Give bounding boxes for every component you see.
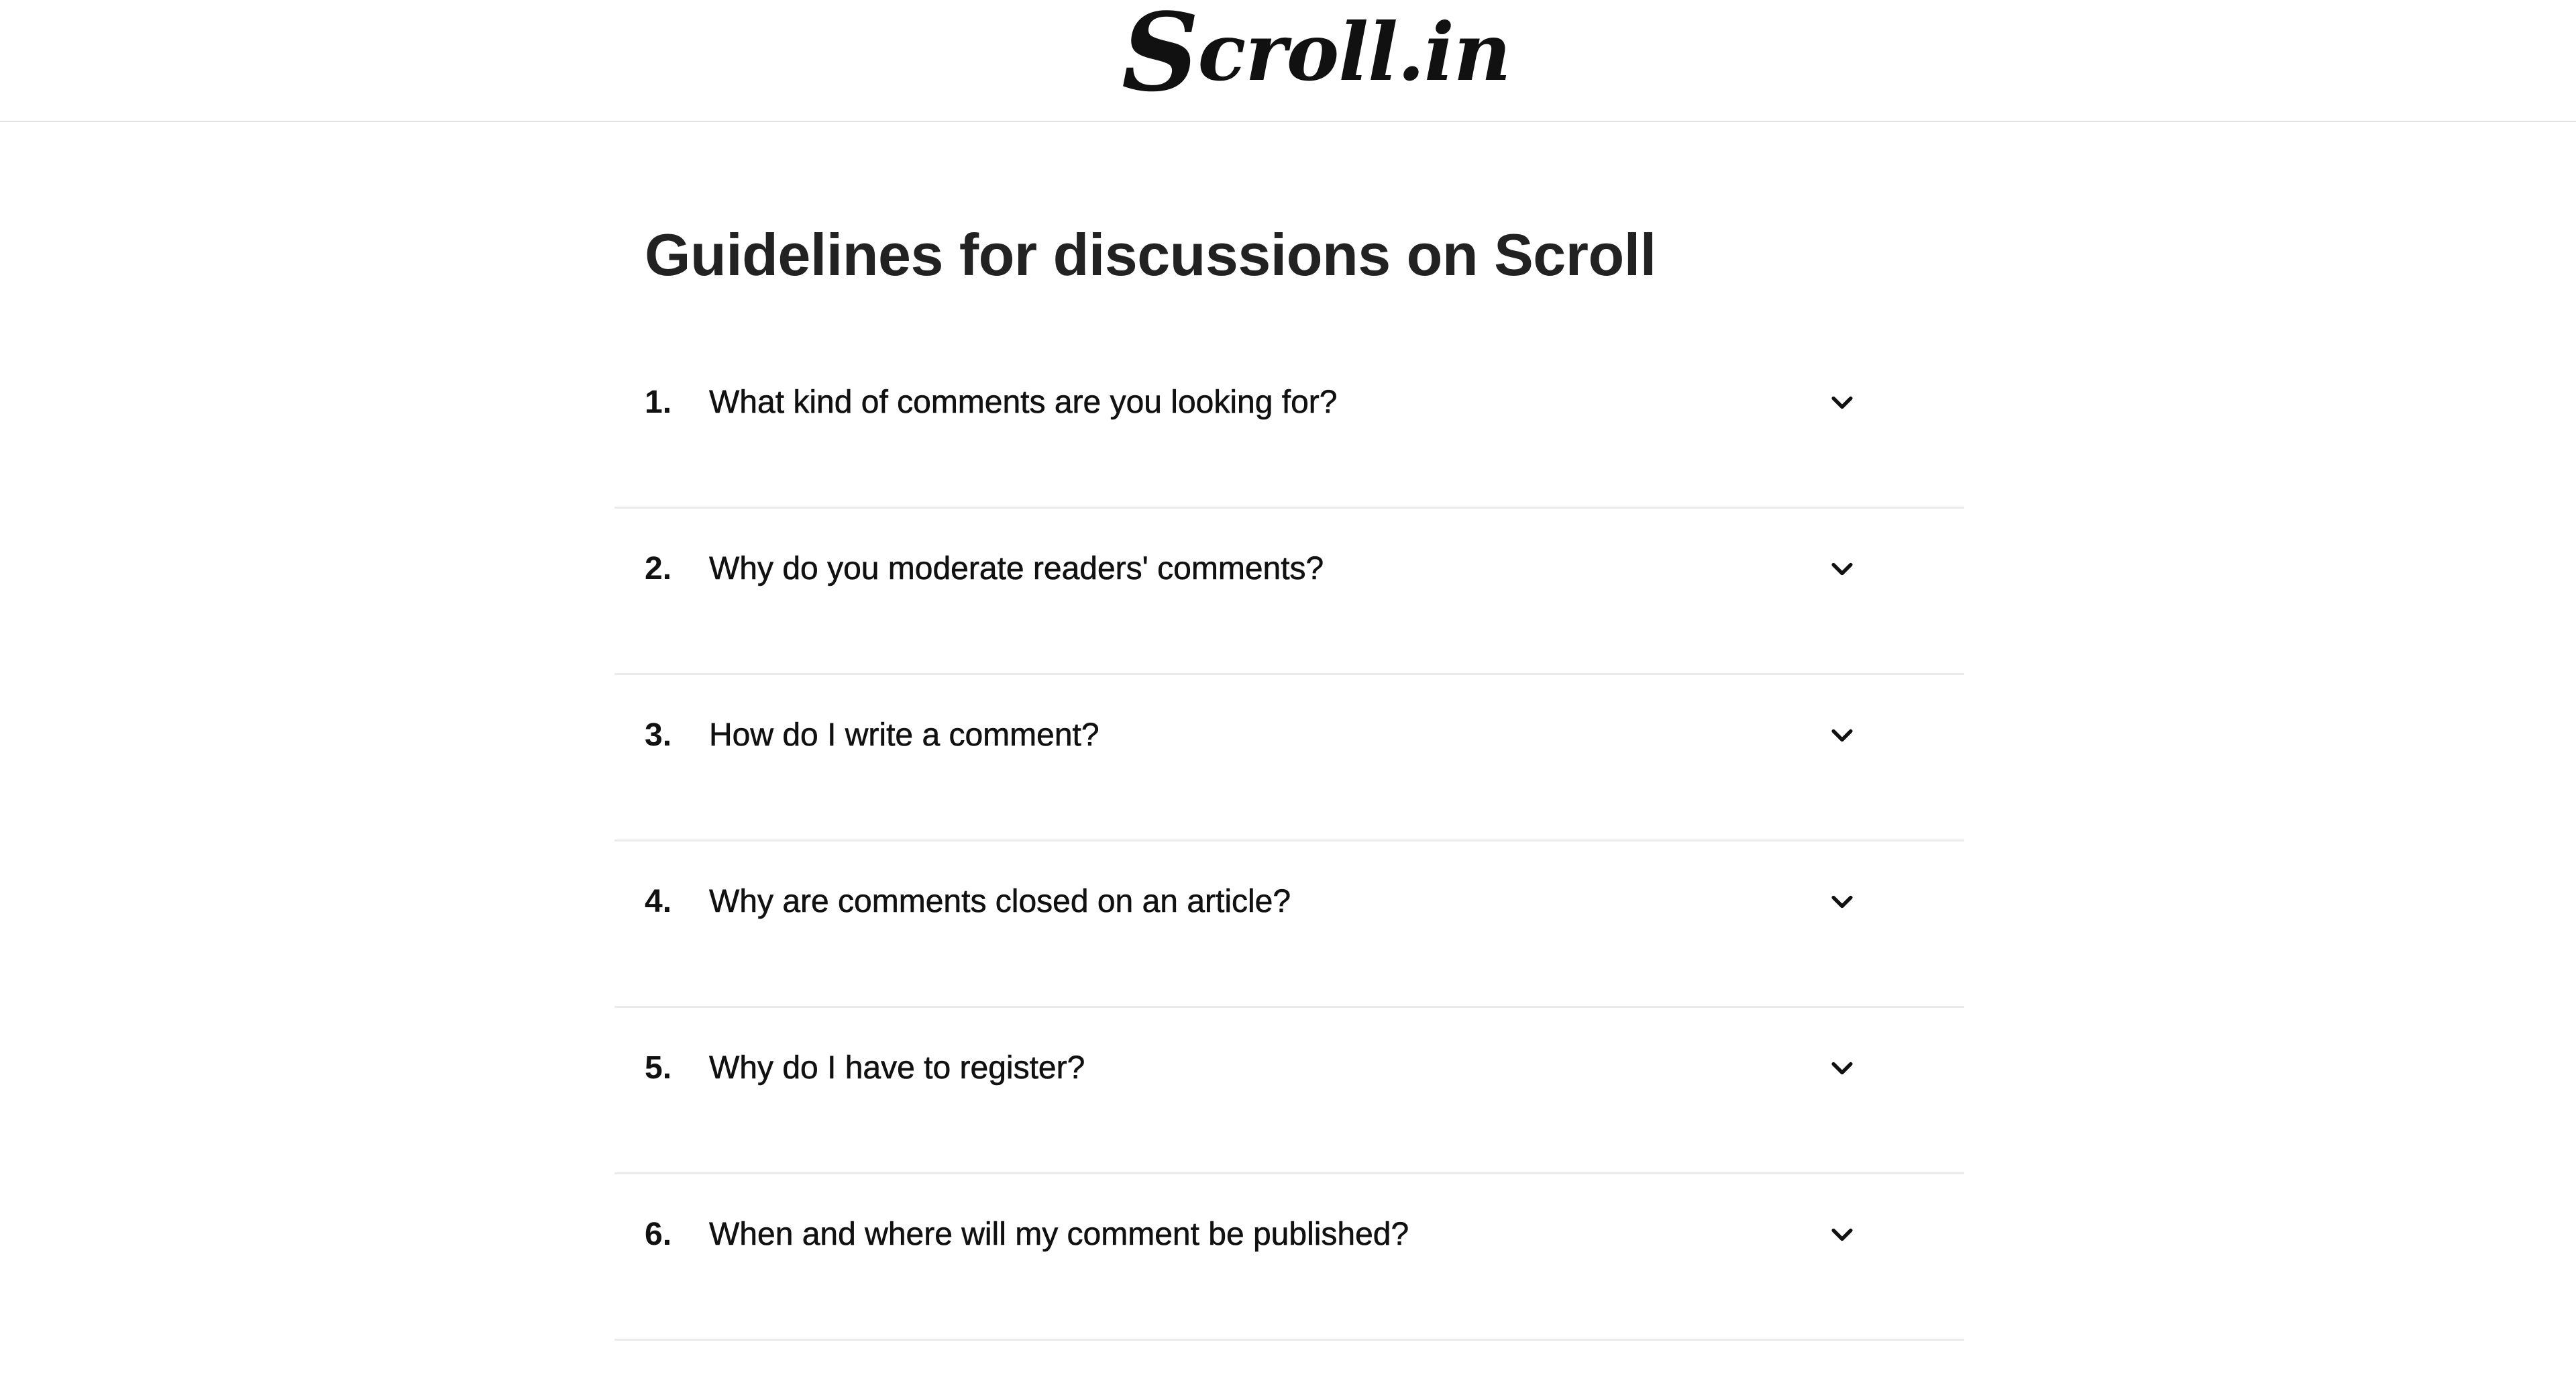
chevron-down-icon[interactable] — [1827, 887, 1857, 917]
faq-question[interactable]: How do I write a comment? — [709, 715, 1099, 756]
page-title: Guidelines for discussions on Scroll — [645, 221, 1656, 288]
logo-text: croll.in — [1197, 5, 1511, 99]
chevron-down-icon[interactable] — [1827, 554, 1857, 584]
faq-item-5[interactable]: 5. Why do I have to register? — [614, 1008, 1964, 1174]
logo-initial: S — [1122, 0, 1199, 115]
faq-number: 3. — [645, 717, 672, 753]
chevron-down-icon[interactable] — [1827, 721, 1857, 750]
faq-question[interactable]: When and where will my comment be publis… — [709, 1215, 1409, 1255]
scroll-logo[interactable]: Scroll.in — [1122, 0, 1511, 115]
faq-question[interactable]: Why do you moderate readers' comments? — [709, 549, 1324, 589]
chevron-down-icon[interactable] — [1827, 1220, 1857, 1249]
chevron-down-icon[interactable] — [1827, 388, 1857, 417]
faq-item-3[interactable]: 3. How do I write a comment? — [614, 675, 1964, 841]
faq-number: 6. — [645, 1217, 672, 1252]
faq-list: 1. What kind of comments are you looking… — [614, 342, 1964, 1341]
faq-item-4[interactable]: 4. Why are comments closed on an article… — [614, 841, 1964, 1008]
faq-number: 4. — [645, 884, 672, 919]
site-header: Scroll.in — [0, 0, 2576, 122]
faq-item-6[interactable]: 6. When and where will my comment be pub… — [614, 1174, 1964, 1341]
faq-number: 5. — [645, 1050, 672, 1086]
faq-item-1[interactable]: 1. What kind of comments are you looking… — [614, 342, 1964, 509]
chevron-down-icon[interactable] — [1827, 1054, 1857, 1083]
faq-number: 1. — [645, 384, 672, 420]
faq-question[interactable]: Why are comments closed on an article? — [709, 882, 1291, 922]
faq-question[interactable]: Why do I have to register? — [709, 1048, 1085, 1088]
faq-item-2[interactable]: 2. Why do you moderate readers' comments… — [614, 509, 1964, 675]
faq-number: 2. — [645, 551, 672, 586]
faq-question[interactable]: What kind of comments are you looking fo… — [709, 382, 1338, 423]
